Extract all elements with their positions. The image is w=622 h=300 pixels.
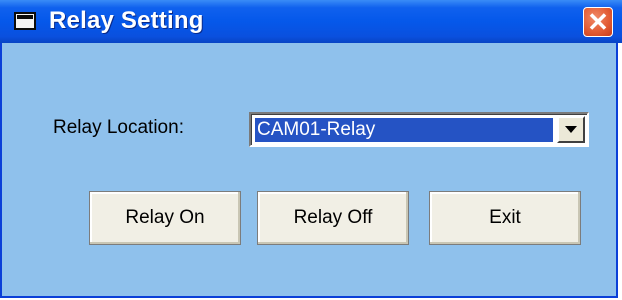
window-title: Relay Setting bbox=[49, 7, 204, 34]
relay-location-select[interactable]: CAM01-Relay bbox=[249, 112, 589, 147]
relay-setting-dialog: Relay Setting ✕ Relay Location: CAM01-Re… bbox=[0, 0, 622, 298]
dropdown-button[interactable] bbox=[557, 116, 585, 143]
relay-off-button[interactable]: Relay Off bbox=[257, 191, 409, 245]
relay-location-label: Relay Location: bbox=[53, 117, 184, 138]
close-icon: ✕ bbox=[587, 7, 609, 37]
title-bar[interactable]: Relay Setting ✕ bbox=[0, 0, 622, 43]
relay-location-value: CAM01-Relay bbox=[255, 118, 553, 142]
relay-on-button[interactable]: Relay On bbox=[89, 191, 241, 245]
exit-button[interactable]: Exit bbox=[429, 191, 581, 245]
window-icon bbox=[14, 12, 36, 30]
close-button[interactable]: ✕ bbox=[583, 7, 613, 37]
chevron-down-icon bbox=[565, 126, 577, 133]
